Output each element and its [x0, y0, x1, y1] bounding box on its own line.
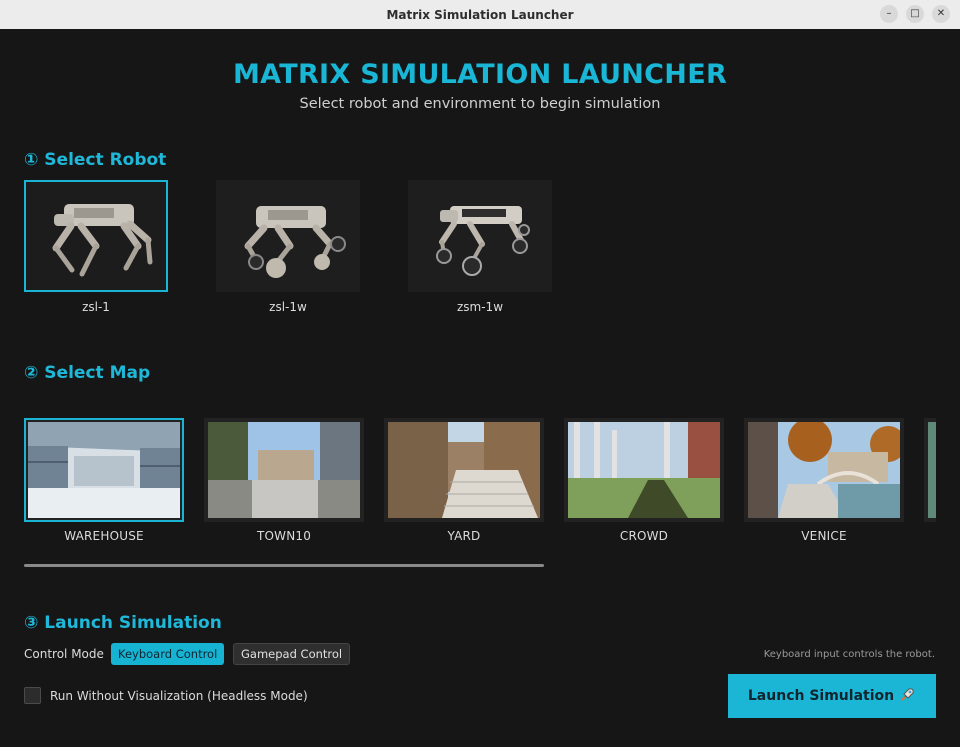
robot-card-zsl-1w[interactable] [216, 180, 360, 292]
headless-checkbox-label[interactable]: Run Without Visualization (Headless Mode… [50, 689, 308, 703]
map-label-yard: YARD [447, 529, 481, 543]
map-card-crowd[interactable] [564, 418, 724, 522]
close-icon[interactable]: ✕ [932, 5, 950, 23]
map-label-venice: VENICE [801, 529, 847, 543]
map-scrollbar-thumb[interactable] [24, 564, 544, 567]
page-subtitle: Select robot and environment to begin si… [299, 96, 661, 112]
control-hint: Keyboard input controls the robot. [763, 649, 935, 660]
map-card-town10[interactable] [204, 418, 364, 522]
robot-image-zsl-1 [52, 204, 153, 277]
window-title: Matrix Simulation Launcher [386, 7, 574, 22]
map-carousel[interactable] [24, 418, 936, 522]
robot-card-zsl-1[interactable] [24, 180, 168, 292]
map-card-yard[interactable] [384, 418, 544, 522]
map-thumbnail-town10 [208, 422, 360, 518]
robot-label-zsm-1w: zsm-1w [456, 300, 504, 314]
launch-simulation-button[interactable]: Launch Simulation [728, 674, 936, 718]
map-thumbnail-venice [748, 422, 900, 518]
robot-image-zsm-1w [436, 206, 530, 276]
map-card-warehouse[interactable] [24, 418, 184, 522]
map-card-partial[interactable] [924, 418, 936, 522]
window-titlebar: Matrix Simulation Launcher – □ ✕ [0, 0, 960, 30]
map-label-crowd: CROWD [619, 529, 669, 543]
headless-checkbox[interactable] [24, 687, 41, 704]
robot-label-zsl-1w: zsl-1w [269, 300, 307, 314]
map-thumbnail-crowd [568, 422, 720, 518]
select-robot-heading: ① Select Robot [24, 150, 167, 170]
launch-simulation-heading: ③ Launch Simulation [24, 613, 222, 633]
map-label-warehouse: WAREHOUSE [64, 529, 144, 543]
map-thumbnail-partial [928, 422, 936, 518]
select-map-heading: ② Select Map [24, 363, 151, 383]
gamepad-control-button[interactable]: Gamepad Control [233, 643, 351, 665]
launch-button-label: Launch Simulation [747, 688, 895, 704]
keyboard-control-button[interactable]: Keyboard Control [111, 643, 225, 665]
robot-image-zsl-1w [244, 206, 346, 278]
window-controls: – □ ✕ [880, 5, 950, 23]
minimize-icon[interactable]: – [880, 5, 898, 23]
maximize-icon[interactable]: □ [906, 5, 924, 23]
rocket-icon [900, 686, 916, 706]
map-thumbnail-warehouse [28, 422, 180, 518]
robot-card-zsm-1w[interactable] [408, 180, 552, 292]
app-content: MATRIX SIMULATION LAUNCHER Select robot … [0, 29, 960, 747]
page-title: MATRIX SIMULATION LAUNCHER [232, 59, 728, 90]
robot-label-zsl-1: zsl-1 [82, 300, 110, 314]
map-thumbnail-yard [388, 422, 540, 518]
map-scrollbar[interactable] [24, 564, 936, 568]
control-mode-label: Control Mode [24, 647, 104, 661]
map-label-town10: TOWN10 [256, 529, 312, 543]
map-card-venice[interactable] [744, 418, 904, 522]
